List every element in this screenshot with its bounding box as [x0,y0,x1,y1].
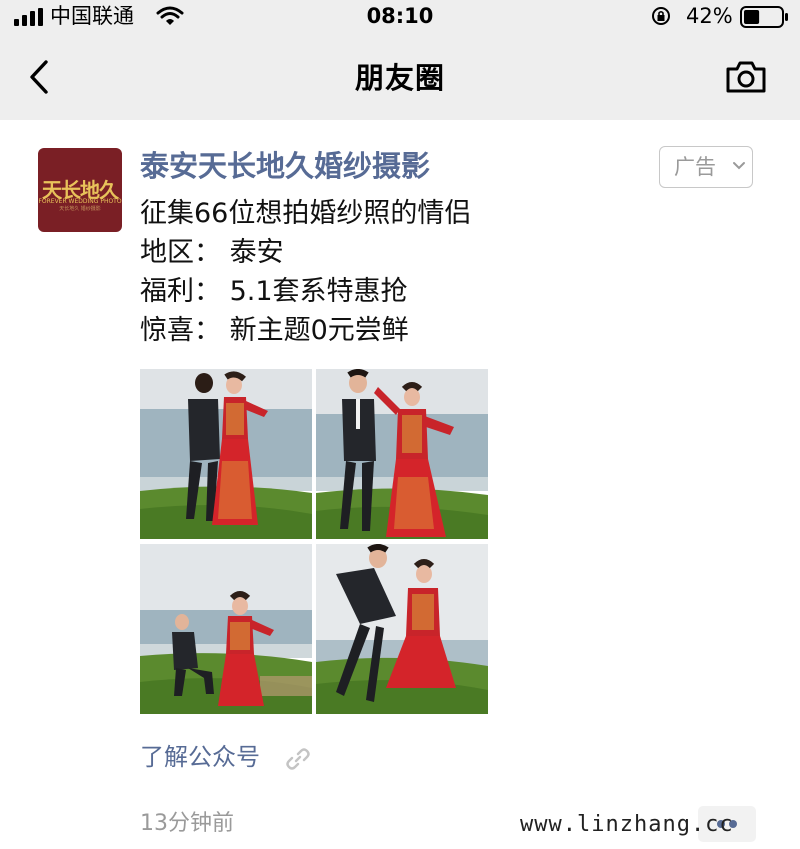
learn-official-account-link[interactable]: 了解公众号 [140,738,260,776]
status-time: 08:10 [366,4,434,28]
link-icon [286,748,310,770]
ad-label: 广告 [674,155,716,179]
top-bar: 中国联通 08:10 42% 朋友圈 [0,0,800,120]
post-line: 地区： 泰安 [140,237,284,268]
avatar-logo-subtext: FOREVER WEDDING PHOTO [38,198,122,205]
post-line: 征集66位想拍婚纱照的情侣 [140,198,472,229]
author-avatar[interactable]: 天长地久 FOREVER WEDDING PHOTO 天长地久 婚纱摄影 [38,148,122,232]
photo-grid [140,369,488,714]
watermark: www.linzhang.cc [520,812,734,837]
battery-icon [740,6,788,28]
page-title: 朋友圈 [354,61,445,95]
post-line: 惊喜： 新主题0元尝鲜 [140,315,409,346]
chevron-down-icon [733,162,745,170]
wedding-photo[interactable] [140,544,312,714]
ad-dropdown-button[interactable]: 广告 [659,146,753,188]
wedding-photo[interactable] [140,369,312,539]
post-line: 福利： 5.1套系特惠抢 [140,276,408,307]
status-bar: 中国联通 08:10 42% [0,0,800,36]
wedding-photo[interactable] [316,544,488,714]
author-name[interactable]: 泰安天长地久婚纱摄影 [140,146,430,186]
rotation-lock-icon [652,7,670,25]
nav-bar: 朋友圈 [0,36,800,120]
post-time: 13分钟前 [140,811,234,836]
avatar-logo-subtext-2: 天长地久 婚纱摄影 [59,206,101,212]
post-text: 征集66位想拍婚纱照的情侣 地区： 泰安 福利： 5.1套系特惠抢 惊喜： 新主… [140,194,471,350]
camera-icon[interactable] [724,58,768,96]
battery-percent: 42% [686,4,733,28]
wedding-photo[interactable] [316,369,488,539]
